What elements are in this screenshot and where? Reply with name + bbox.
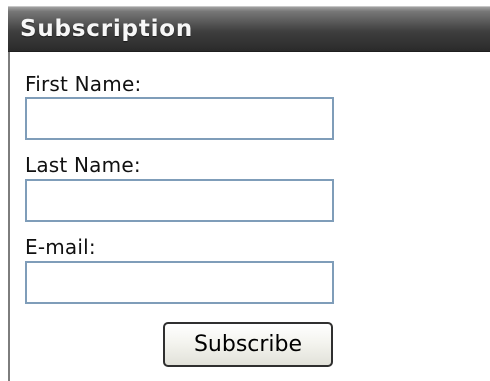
widget-left-border	[8, 50, 10, 381]
subscribe-button[interactable]: Subscribe	[163, 322, 333, 367]
widget-title: Subscription	[20, 16, 194, 42]
subscription-widget: Subscription First Name: Last Name: E-ma…	[8, 6, 490, 381]
first-name-label: First Name:	[25, 72, 142, 96]
first-name-input[interactable]	[25, 97, 334, 140]
widget-header: Subscription	[8, 6, 490, 52]
email-label: E-mail:	[25, 235, 96, 259]
email-input[interactable]	[25, 261, 334, 304]
last-name-input[interactable]	[25, 179, 334, 222]
last-name-label: Last Name:	[25, 153, 141, 177]
